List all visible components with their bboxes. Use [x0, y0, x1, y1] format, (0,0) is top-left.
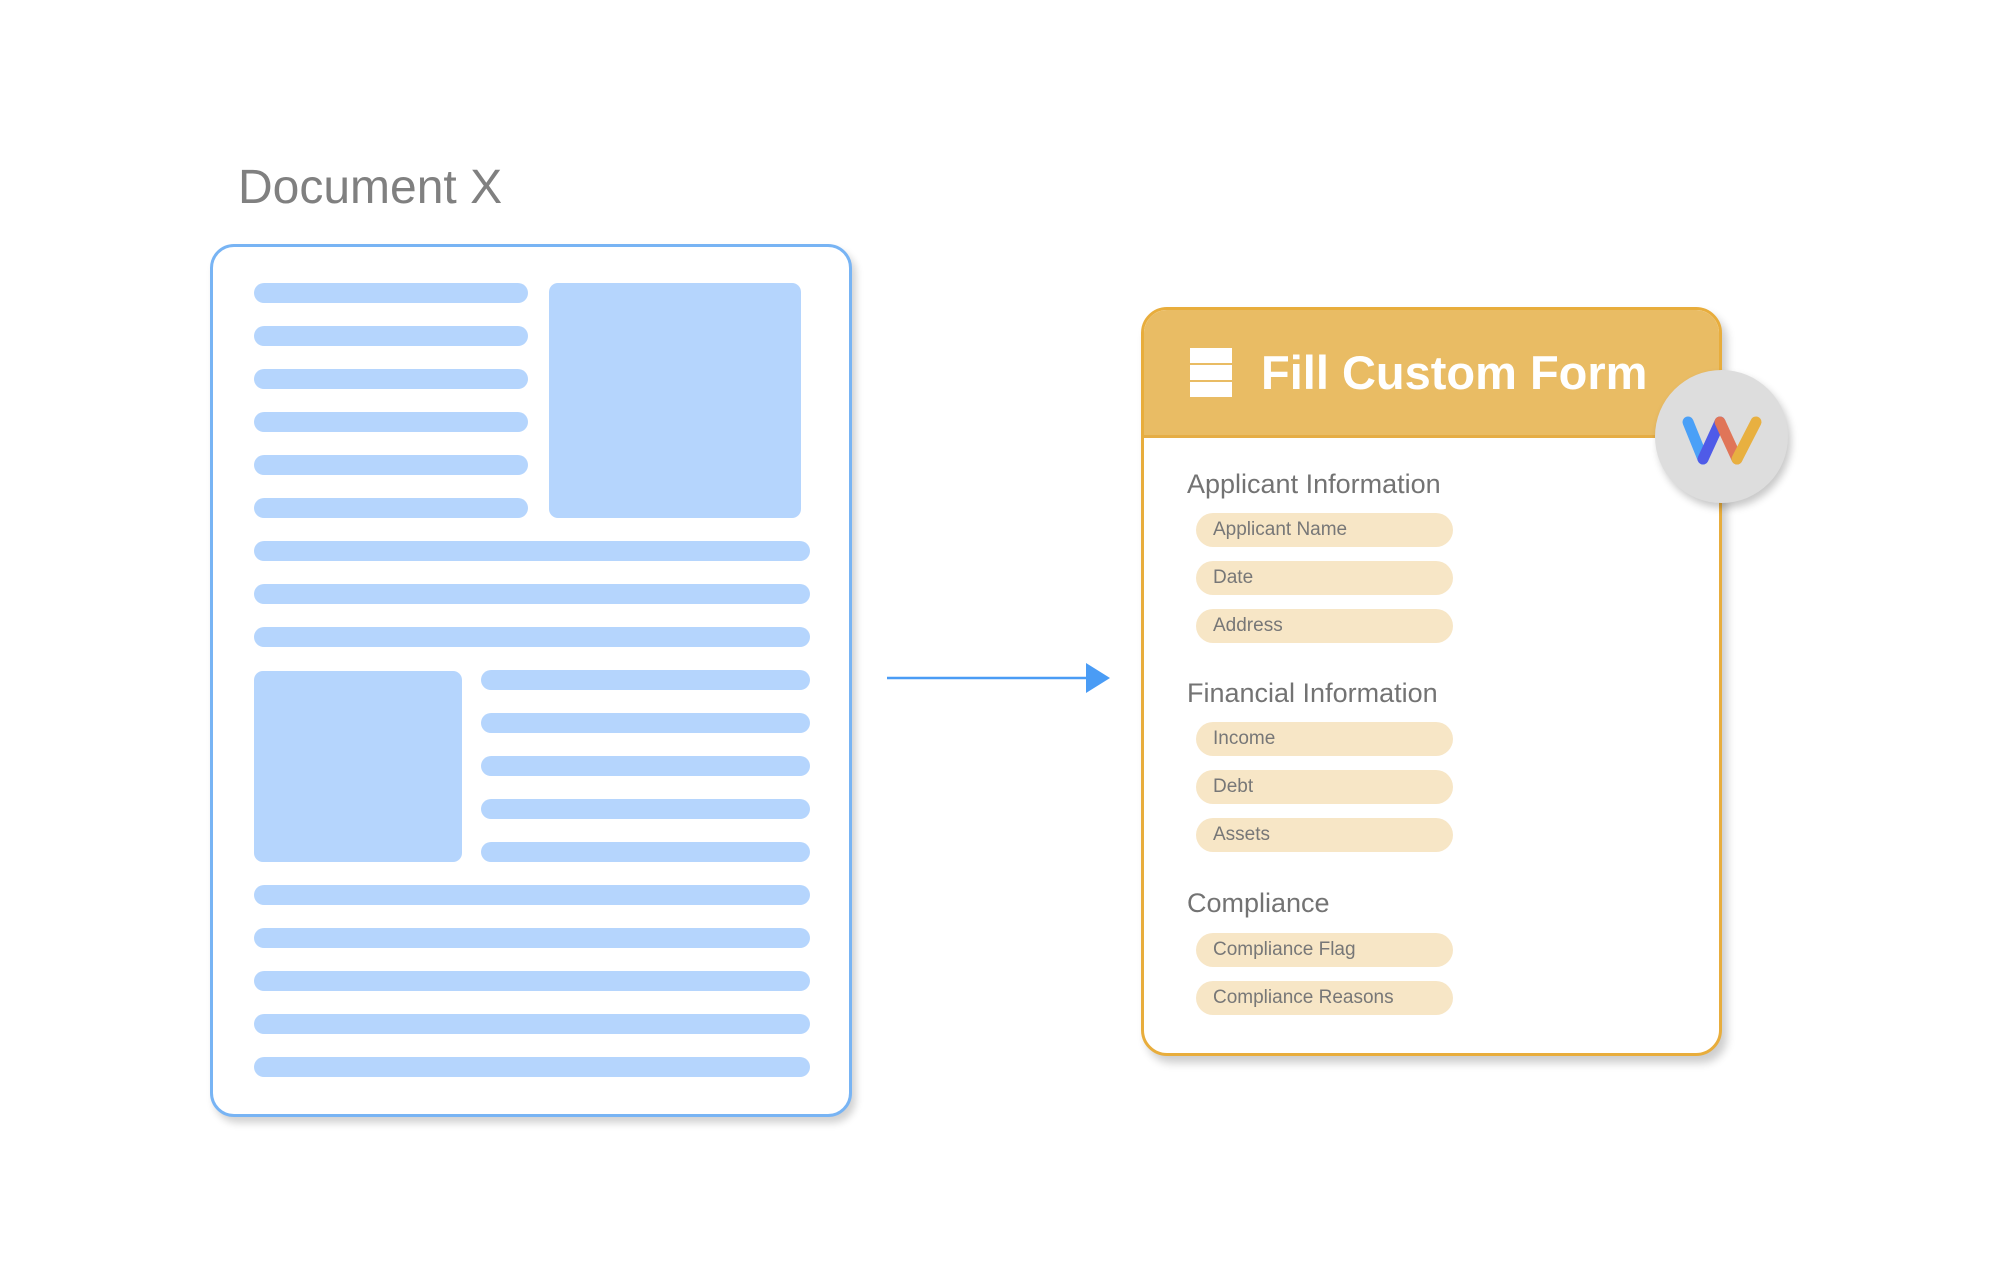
text-line — [254, 885, 810, 905]
logo-badge — [1655, 370, 1788, 503]
text-line — [254, 1057, 810, 1077]
field-label: Compliance Reasons — [1213, 987, 1394, 1008]
section-heading-applicant: Applicant Information — [1187, 469, 1441, 499]
text-line — [254, 498, 528, 518]
form-header: Fill Custom Form — [1144, 310, 1719, 438]
form-title: Fill Custom Form — [1261, 346, 1648, 399]
field-date[interactable]: Date — [1196, 561, 1453, 595]
field-debt[interactable]: Debt — [1196, 770, 1453, 804]
text-line — [254, 584, 810, 604]
text-line — [254, 971, 810, 991]
text-line — [254, 283, 528, 303]
arrow-right-icon — [887, 663, 1110, 693]
image-placeholder — [549, 283, 801, 518]
field-label: Applicant Name — [1213, 519, 1348, 540]
section-heading-financial: Financial Information — [1187, 678, 1438, 708]
field-label: Debt — [1213, 776, 1254, 797]
text-line — [254, 627, 810, 647]
text-line — [254, 412, 528, 432]
w-logo-icon — [1682, 416, 1762, 465]
text-line — [481, 799, 810, 819]
text-line — [481, 713, 810, 733]
text-line — [481, 842, 810, 862]
text-line — [254, 326, 528, 346]
text-line — [481, 756, 810, 776]
custom-form-card: Fill Custom Form Applicant Information A… — [1141, 307, 1722, 1056]
image-placeholder — [254, 671, 462, 862]
document-title: Document X — [238, 161, 503, 214]
text-line — [481, 670, 810, 690]
section-heading-compliance: Compliance — [1187, 888, 1330, 918]
field-compliance-flag[interactable]: Compliance Flag — [1196, 933, 1453, 967]
text-line — [254, 541, 810, 561]
text-line — [254, 1014, 810, 1034]
field-label: Income — [1213, 728, 1276, 749]
field-label: Assets — [1213, 824, 1271, 845]
field-applicant-name[interactable]: Applicant Name — [1196, 513, 1453, 547]
form-list-icon — [1190, 348, 1232, 397]
field-income[interactable]: Income — [1196, 722, 1453, 756]
field-label: Compliance Flag — [1213, 939, 1356, 960]
text-line — [254, 369, 528, 389]
field-assets[interactable]: Assets — [1196, 818, 1453, 852]
text-line — [254, 928, 810, 948]
document-card — [210, 244, 852, 1117]
field-label: Date — [1213, 567, 1254, 588]
text-line — [254, 455, 528, 475]
field-address[interactable]: Address — [1196, 609, 1453, 643]
w-stroke-4 — [1731, 416, 1762, 465]
field-label: Address — [1213, 615, 1283, 636]
field-compliance-reasons[interactable]: Compliance Reasons — [1196, 981, 1453, 1015]
